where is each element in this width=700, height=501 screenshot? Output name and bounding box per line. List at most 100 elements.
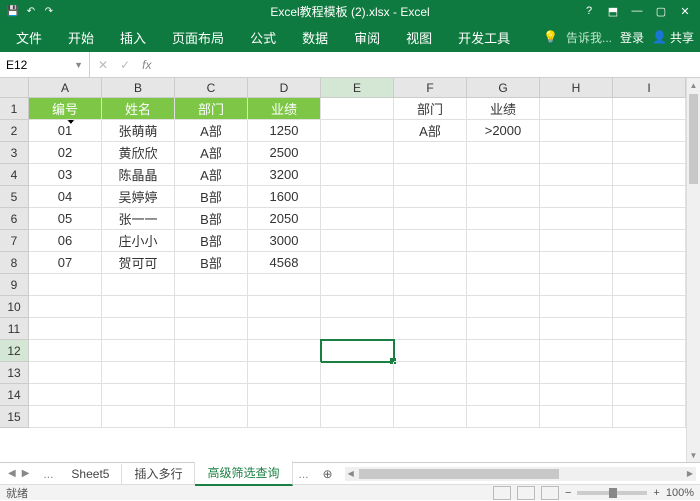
horizontal-scrollbar[interactable]: ◀ ▶: [345, 467, 696, 481]
cell[interactable]: [613, 120, 686, 142]
cancel-icon[interactable]: ✕: [98, 58, 108, 72]
data-cell[interactable]: 04: [29, 186, 102, 208]
cell[interactable]: [613, 384, 686, 406]
cell[interactable]: [540, 208, 613, 230]
cell[interactable]: [394, 318, 467, 340]
row-header-13[interactable]: 13: [0, 362, 29, 384]
cell[interactable]: [394, 186, 467, 208]
cell[interactable]: [613, 142, 686, 164]
data-cell[interactable]: 张萌萌: [102, 120, 175, 142]
data-cell[interactable]: 吴婷婷: [102, 186, 175, 208]
data-cell[interactable]: A部: [175, 164, 248, 186]
data-cell[interactable]: B部: [175, 252, 248, 274]
cell[interactable]: [467, 296, 540, 318]
scroll-left-icon[interactable]: ◀: [345, 469, 357, 478]
row-header-3[interactable]: 3: [0, 142, 29, 164]
zoom-out-button[interactable]: −: [565, 487, 571, 499]
data-cell[interactable]: 06: [29, 230, 102, 252]
minimize-button[interactable]: —: [626, 2, 648, 20]
save-icon[interactable]: 💾: [6, 4, 20, 18]
cell[interactable]: [540, 142, 613, 164]
data-cell[interactable]: 张一一: [102, 208, 175, 230]
cell[interactable]: [467, 362, 540, 384]
row-header-8[interactable]: 8: [0, 252, 29, 274]
name-box[interactable]: E12 ▼: [0, 52, 90, 77]
tab-home[interactable]: 开始: [60, 22, 102, 53]
cell[interactable]: [613, 406, 686, 428]
cell[interactable]: [394, 230, 467, 252]
page-break-view-button[interactable]: [541, 486, 559, 500]
selected-cell[interactable]: [321, 340, 394, 362]
select-all-corner[interactable]: [0, 78, 29, 98]
table-header[interactable]: 姓名: [102, 98, 175, 120]
cell[interactable]: [467, 384, 540, 406]
row-header-1[interactable]: 1: [0, 98, 29, 120]
cell[interactable]: [394, 384, 467, 406]
cell[interactable]: [467, 230, 540, 252]
scroll-up-icon[interactable]: ▲: [687, 78, 700, 92]
cell[interactable]: [321, 296, 394, 318]
row-header-5[interactable]: 5: [0, 186, 29, 208]
cell[interactable]: [321, 98, 394, 120]
cell[interactable]: [394, 296, 467, 318]
criteria-value[interactable]: >2000: [467, 120, 540, 142]
cell[interactable]: [540, 98, 613, 120]
cell[interactable]: [29, 406, 102, 428]
data-cell[interactable]: A部: [175, 120, 248, 142]
cell[interactable]: [248, 274, 321, 296]
tell-me-input[interactable]: 告诉我...: [566, 29, 612, 46]
column-header-G[interactable]: G: [467, 78, 540, 98]
cell[interactable]: [321, 230, 394, 252]
data-cell[interactable]: 07: [29, 252, 102, 274]
criteria-header[interactable]: 部门: [394, 98, 467, 120]
tab-formula[interactable]: 公式: [242, 22, 284, 53]
cell[interactable]: [321, 274, 394, 296]
cell[interactable]: [321, 252, 394, 274]
cell[interactable]: [467, 340, 540, 362]
table-header[interactable]: 编号: [29, 98, 102, 120]
cell[interactable]: [540, 186, 613, 208]
cell[interactable]: [321, 318, 394, 340]
scroll-right-icon[interactable]: ▶: [684, 469, 696, 478]
cell[interactable]: [321, 142, 394, 164]
cell[interactable]: [102, 296, 175, 318]
cell[interactable]: [394, 142, 467, 164]
cell[interactable]: [321, 208, 394, 230]
sheet-nav[interactable]: ◀▶: [0, 468, 37, 479]
row-header-6[interactable]: 6: [0, 208, 29, 230]
cell[interactable]: [467, 406, 540, 428]
cell[interactable]: [175, 362, 248, 384]
cell[interactable]: [613, 296, 686, 318]
row-header-9[interactable]: 9: [0, 274, 29, 296]
cell[interactable]: [175, 384, 248, 406]
data-cell[interactable]: 02: [29, 142, 102, 164]
data-cell[interactable]: 2500: [248, 142, 321, 164]
criteria-header[interactable]: 业绩: [467, 98, 540, 120]
help-button[interactable]: ?: [578, 2, 600, 20]
cell[interactable]: [467, 252, 540, 274]
hscroll-thumb[interactable]: [359, 469, 559, 479]
cell[interactable]: [613, 340, 686, 362]
cell[interactable]: [29, 384, 102, 406]
row-header-10[interactable]: 10: [0, 296, 29, 318]
data-cell[interactable]: 1250: [248, 120, 321, 142]
cell[interactable]: [394, 208, 467, 230]
row-header-7[interactable]: 7: [0, 230, 29, 252]
normal-view-button[interactable]: [493, 486, 511, 500]
cells-area[interactable]: ✥ 编号姓名部门业绩部门业绩01张萌萌A部1250A部>200002黄欣欣A部2…: [29, 98, 686, 462]
data-cell[interactable]: 3000: [248, 230, 321, 252]
cell[interactable]: [29, 362, 102, 384]
zoom-in-button[interactable]: +: [653, 487, 659, 499]
column-header-F[interactable]: F: [394, 78, 467, 98]
cell[interactable]: [540, 120, 613, 142]
cell[interactable]: [613, 208, 686, 230]
cell[interactable]: [102, 340, 175, 362]
cell[interactable]: [540, 230, 613, 252]
cell[interactable]: [613, 362, 686, 384]
column-header-C[interactable]: C: [175, 78, 248, 98]
sheet-tab-advanced-filter[interactable]: 高级筛选查询: [195, 461, 292, 486]
cell[interactable]: [29, 296, 102, 318]
cell[interactable]: [540, 274, 613, 296]
criteria-value[interactable]: A部: [394, 120, 467, 142]
cell[interactable]: [175, 274, 248, 296]
